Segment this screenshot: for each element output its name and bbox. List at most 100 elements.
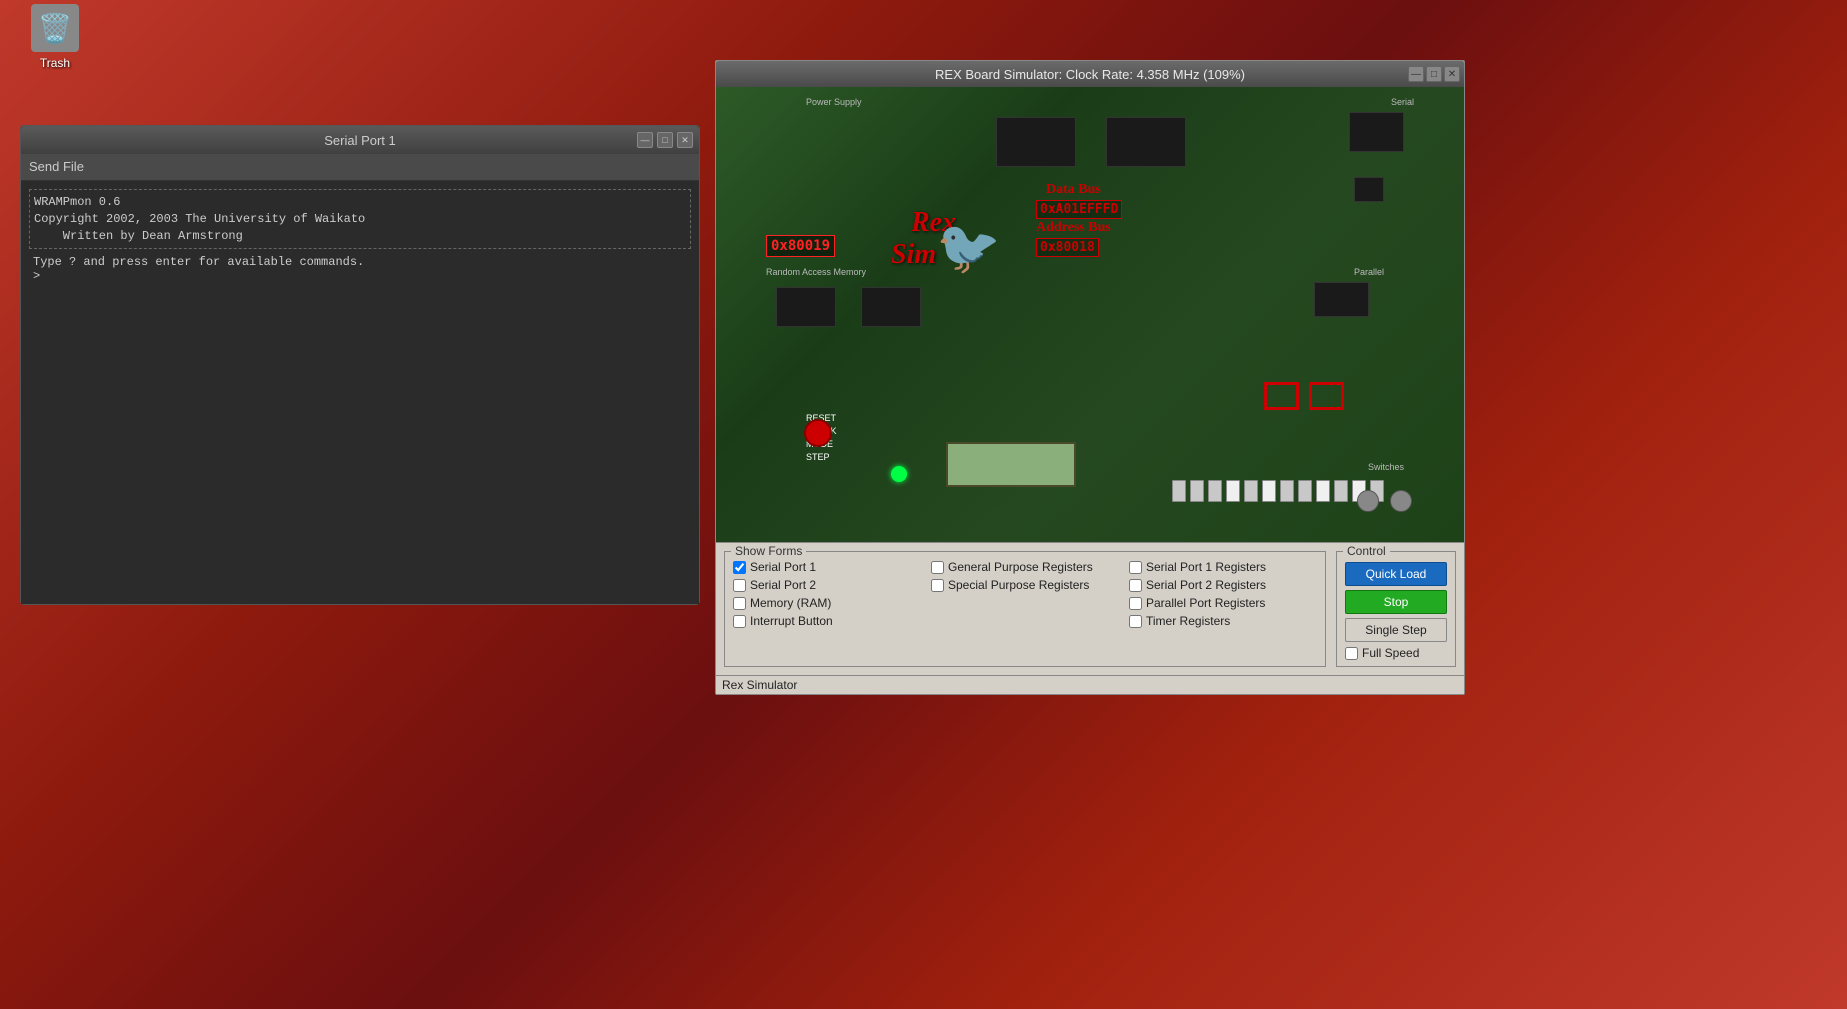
trash-icon[interactable]: 🗑️ Trash [20,0,90,74]
checkbox-serial-port-1[interactable]: Serial Port 1 [733,560,921,574]
checkbox-serial-port-1-input[interactable] [733,561,746,574]
reset-button[interactable] [804,419,832,447]
rex-titlebar: REX Board Simulator: Clock Rate: 4.358 M… [716,61,1464,87]
switches-label: Switches [1368,462,1404,472]
lcd-display [946,442,1076,487]
checkbox-interrupt-button[interactable]: Interrupt Button [733,614,921,628]
rex-maximize-button[interactable]: □ [1426,66,1442,82]
checkbox-serial-port-1-regs-input[interactable] [1129,561,1142,574]
switch-9[interactable] [1316,480,1330,502]
rex-window-controls: — □ ✕ [1408,66,1460,82]
rex-statusbar: Rex Simulator [716,675,1464,694]
trash-label: Trash [40,56,70,70]
checkbox-serial-port-1-regs[interactable]: Serial Port 1 Registers [1129,560,1317,574]
red-indicator-right [1309,382,1344,410]
checkbox-spr[interactable]: Special Purpose Registers [931,578,1119,592]
single-step-button[interactable]: Single Step [1345,618,1447,642]
serial-content: WRAMPmon 0.6 Copyright 2002, 2003 The Un… [21,181,699,604]
parallel-label: Parallel [1354,267,1384,277]
bird-image: 🐦 [936,217,1001,278]
serial-minimize-button[interactable]: — [637,132,653,148]
serial-maximize-button[interactable]: □ [657,132,673,148]
checkbox-gpr-label: General Purpose Registers [948,560,1093,574]
pc-value: 0x80019 [766,235,835,257]
chip-1 [996,117,1076,167]
checkbox-interrupt-button-input[interactable] [733,615,746,628]
checkbox-timer-regs[interactable]: Timer Registers [1129,614,1317,628]
switch-5[interactable] [1244,480,1258,502]
switch-4[interactable] [1226,480,1240,502]
checkbox-serial-port-1-regs-label: Serial Port 1 Registers [1146,560,1266,574]
checkbox-serial-port-2-regs-input[interactable] [1129,579,1142,592]
circuit-board: Power Supply Serial Random Access Memory… [716,87,1464,542]
full-speed-checkbox-input[interactable] [1345,647,1358,660]
chip-small [1354,177,1384,202]
serial-window-title: Serial Port 1 [324,133,396,148]
show-forms-group: Show Forms Serial Port 1 General Purpose… [724,551,1326,667]
switch-1[interactable] [1172,480,1186,502]
red-indicator-left [1264,382,1299,410]
knob-1[interactable] [1357,490,1379,512]
chip-2 [1106,117,1186,167]
bottom-panel: Show Forms Serial Port 1 General Purpose… [716,542,1464,675]
trash-icon-image: 🗑️ [31,4,79,52]
quick-load-button[interactable]: Quick Load [1345,562,1447,586]
switch-7[interactable] [1280,480,1294,502]
serial-toolbar: Send File [21,154,699,181]
checkbox-serial-port-2-label: Serial Port 2 [750,578,816,592]
control-group: Control Quick Load Stop Single Step Full… [1336,551,1456,667]
addr-bus-label: Address Bus [1036,220,1111,236]
checkbox-timer-regs-label: Timer Registers [1146,614,1230,628]
serial-window-titlebar: Serial Port 1 — □ ✕ [21,126,699,154]
checkbox-memory-ram-input[interactable] [733,597,746,610]
step-label: STEP [806,452,837,462]
data-bus-value: 0xA01EFFFD [1036,200,1122,219]
checkbox-empty-1 [931,596,1119,610]
board-image-area: Power Supply Serial Random Access Memory… [716,87,1464,542]
rex-sim-logo: Sim [891,239,936,271]
stop-button[interactable]: Stop [1345,590,1447,614]
serial-close-button[interactable]: ✕ [677,132,693,148]
checkbox-gpr[interactable]: General Purpose Registers [931,560,1119,574]
chip-parallel [1314,282,1369,317]
knob-2[interactable] [1390,490,1412,512]
checkbox-serial-port-2-input[interactable] [733,579,746,592]
checkbox-spr-input[interactable] [931,579,944,592]
checkbox-empty-2 [931,614,1119,628]
checkbox-serial-port-2-regs[interactable]: Serial Port 2 Registers [1129,578,1317,592]
terminal-output: WRAMPmon 0.6 Copyright 2002, 2003 The Un… [29,189,691,249]
control-legend: Control [1343,544,1390,558]
switches-row [1172,480,1384,502]
checkbox-memory-ram-label: Memory (RAM) [750,596,831,610]
checkboxes-grid: Serial Port 1 General Purpose Registers … [733,560,1317,628]
checkbox-parallel-port-regs-input[interactable] [1129,597,1142,610]
checkbox-memory-ram[interactable]: Memory (RAM) [733,596,921,610]
status-text: Rex Simulator [722,678,797,692]
checkbox-spr-label: Special Purpose Registers [948,578,1089,592]
serial-window-controls: — □ ✕ [637,132,693,148]
switch-6[interactable] [1262,480,1276,502]
rex-minimize-button[interactable]: — [1408,66,1424,82]
data-bus-label: Data Bus [1046,182,1101,198]
rex-close-button[interactable]: ✕ [1444,66,1460,82]
serial-port-window: Serial Port 1 — □ ✕ Send File WRAMPmon 0… [20,125,700,605]
switch-10[interactable] [1334,480,1348,502]
power-supply-label: Power Supply [806,97,862,107]
switch-2[interactable] [1190,480,1204,502]
switch-8[interactable] [1298,480,1312,502]
checkbox-parallel-port-regs-label: Parallel Port Registers [1146,596,1265,610]
checkbox-serial-port-2[interactable]: Serial Port 2 [733,578,921,592]
rex-simulator-window: REX Board Simulator: Clock Rate: 4.358 M… [715,60,1465,695]
checkbox-timer-regs-input[interactable] [1129,615,1142,628]
checkbox-serial-port-2-regs-label: Serial Port 2 Registers [1146,578,1266,592]
switch-3[interactable] [1208,480,1222,502]
terminal-prompt: Type ? and press enter for available com… [25,253,695,285]
full-speed-label: Full Speed [1362,646,1419,660]
checkbox-parallel-port-regs[interactable]: Parallel Port Registers [1129,596,1317,610]
checkbox-interrupt-button-label: Interrupt Button [750,614,833,628]
checkbox-gpr-input[interactable] [931,561,944,574]
chip-serial [1349,112,1404,152]
checkbox-serial-port-1-label: Serial Port 1 [750,560,816,574]
rex-window-title: REX Board Simulator: Clock Rate: 4.358 M… [935,67,1245,82]
full-speed-checkbox[interactable]: Full Speed [1345,646,1447,660]
